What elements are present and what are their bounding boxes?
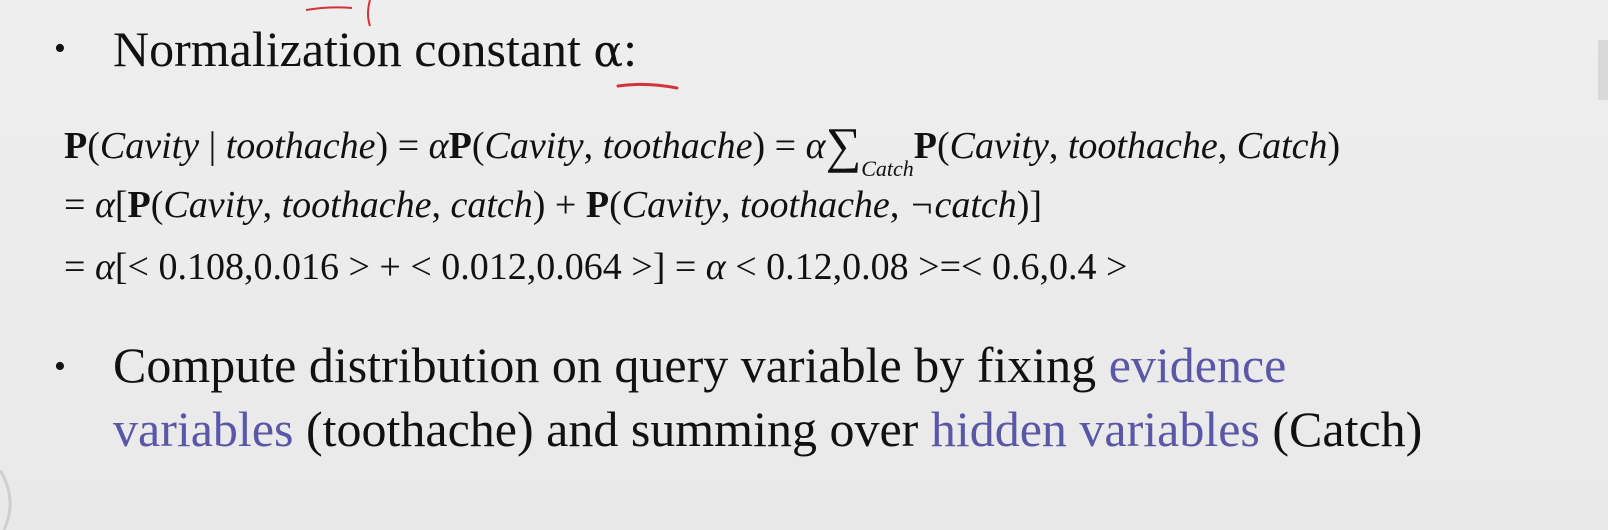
eq-text: , [262,184,282,226]
equation-line-2: = α[P(Cavity, toothache, catch) + P(Cavi… [64,186,1042,224]
var-not-catch: ¬catch [908,184,1017,226]
eq-values: < 0.12,0.08 >=< 0.6,0.4 > [725,246,1128,288]
bullet-marker: • [54,348,66,385]
eq-text: , [720,184,740,226]
edge-decoration [0,470,12,530]
prob-symbol: P [64,125,88,167]
accent-term-variables: variables [113,401,294,457]
var-toothache: toothache [281,184,432,226]
var-cavity: Cavity [621,184,721,226]
prob-symbol: P [913,125,938,167]
prob-symbol: P [448,125,472,167]
var-toothache: toothache [225,125,376,167]
eq-text: , [1048,125,1068,167]
bullet-normalization: Normalization constant α: [113,18,637,81]
accent-term-evidence: evidence [1108,337,1287,393]
eq-text: )] [1016,184,1043,226]
equation-line-1: P(Cavity | toothache) = αP(Cavity, tooth… [64,116,1341,180]
alpha-symbol: α [94,246,115,288]
eq-text: [ [114,184,128,226]
pen-underline [616,82,679,90]
var-toothache: toothache [1067,125,1218,167]
var-cavity: Cavity [484,125,584,167]
eq-values: [< 0.108,0.016 > + < 0.012,0.064 >] = [114,246,706,288]
bullet-text: (toothache) and summing over [293,401,931,457]
alpha-symbol: α [428,125,449,167]
eq-text: ( [471,125,485,167]
var-toothache: toothache [602,125,753,167]
var-catch: Catch [1236,125,1328,167]
eq-text: | [199,125,226,167]
equation-line-3: = α[< 0.108,0.016 > + < 0.012,0.064 >] =… [64,248,1127,286]
bullet-text: (Catch) [1259,401,1423,457]
var-toothache: toothache [739,184,890,226]
eq-text: ) + [532,184,586,226]
bullet-text: Compute distribution on query variable b… [113,337,1109,393]
eq-text: ( [937,125,950,167]
eq-text: ( [150,184,164,226]
alpha-symbol: α [593,26,624,77]
eq-text: ( [87,125,100,167]
slide: • Normalization constant α: P(Cavity | t… [0,0,1608,530]
var-cavity: Cavity [949,125,1049,167]
var-catch: catch [450,184,533,226]
alpha-symbol: α [805,125,826,167]
eq-text: = [64,184,95,226]
prob-symbol: P [585,184,610,226]
eq-text: ) = [752,125,806,167]
eq-text: ( [609,184,622,226]
bullet-compute-line-1: Compute distribution on query variable b… [113,334,1286,397]
eq-text: , [1217,125,1237,167]
accent-term-hidden-variables: hidden variables [930,401,1260,457]
alpha-symbol: α [94,184,115,226]
var-cavity: Cavity [163,184,263,226]
prob-symbol: P [127,184,151,226]
bullet-marker: • [54,30,66,67]
right-edge-strip [1598,40,1608,100]
alpha-symbol: α [705,246,726,288]
bullet-compute-line-2: variables (toothache) and summing over h… [113,398,1422,461]
eq-text: , [583,125,603,167]
colon: : [623,21,638,77]
eq-text: ) = [375,125,429,167]
bullet-text: Normalization constant [113,21,594,77]
eq-text: = [64,246,95,288]
sum-symbol: ∑ [825,117,862,173]
eq-text: , [889,184,909,226]
sum-subscript: Catch [861,156,914,181]
eq-text: ) [1327,125,1341,167]
var-cavity: Cavity [99,125,200,167]
eq-text: , [431,184,451,226]
